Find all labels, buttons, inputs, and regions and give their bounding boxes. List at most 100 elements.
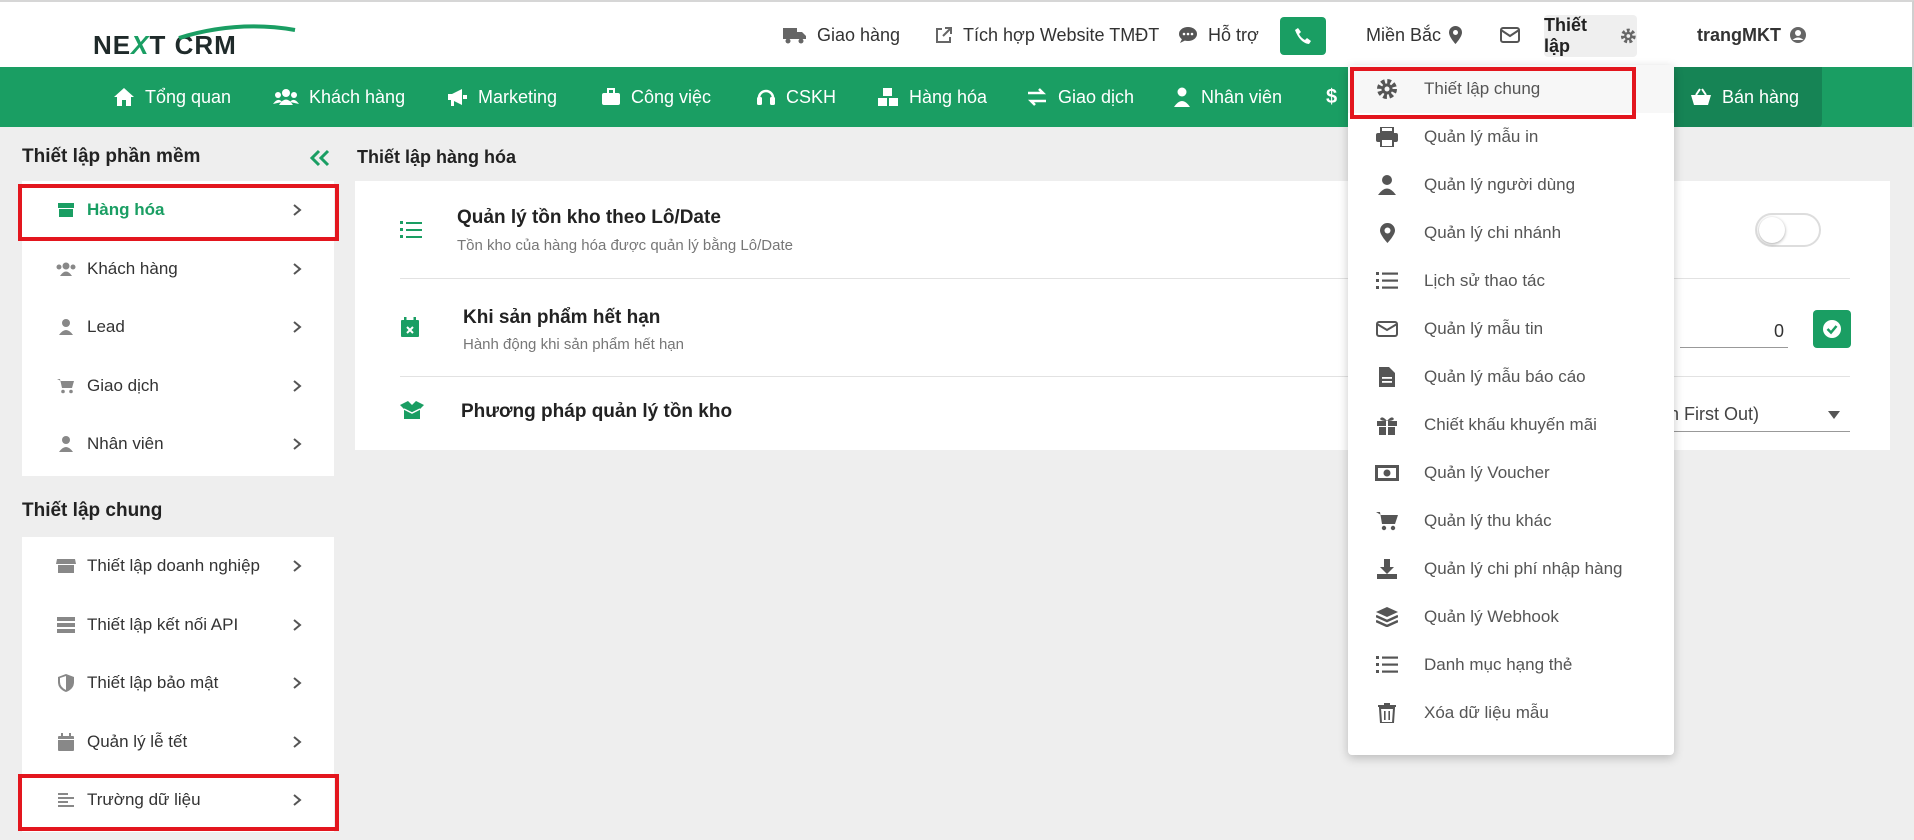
confirm-button[interactable] <box>1813 310 1851 348</box>
logo[interactable]: NEXT CRM <box>93 24 296 61</box>
menu-item-other-income[interactable]: Quản lý thu khác <box>1348 497 1674 545</box>
menu-item-vouchers[interactable]: Quản lý Voucher <box>1348 449 1674 497</box>
nav-customer-care-label: CSKH <box>786 86 837 107</box>
cart-icon <box>1374 511 1400 531</box>
menu-item-label: Thiết lập chung <box>1424 79 1541 98</box>
menu-item-users[interactable]: Quản lý người dùng <box>1348 161 1674 209</box>
chevron-right-icon <box>293 677 302 690</box>
delivery-link[interactable]: Giao hàng <box>783 17 900 53</box>
menu-item-label: Quản lý Webhook <box>1424 607 1559 626</box>
menu-item-message-templates[interactable]: Quản lý mẫu tin <box>1348 305 1674 353</box>
gift-icon <box>1374 415 1400 435</box>
mail-button[interactable] <box>1500 17 1530 53</box>
collapse-sidebar-icon[interactable] <box>308 148 332 168</box>
nav-customers-label: Khách hàng <box>309 86 406 107</box>
menu-item-import-costs[interactable]: Quản lý chi phí nhập hàng <box>1348 545 1674 593</box>
setting-description: Tồn kho của hàng hóa được quản lý bằng L… <box>457 237 793 254</box>
envelope-icon <box>1374 321 1400 337</box>
sidebar-item-transactions[interactable]: Giao dịch <box>22 357 334 416</box>
sidebar-item-label: Thiết lập doanh nghiệp <box>87 556 260 576</box>
support-link[interactable]: Hỗ trợ <box>1178 17 1259 53</box>
nav-employees-label: Nhân viên <box>1201 86 1283 107</box>
gear-icon <box>1374 78 1400 100</box>
menu-item-card-tiers[interactable]: Danh mục hạng thẻ <box>1348 641 1674 689</box>
menu-item-branches[interactable]: Quản lý chi nhánh <box>1348 209 1674 257</box>
menu-item-label: Quản lý Voucher <box>1424 463 1550 482</box>
user-circle-icon <box>1790 27 1806 43</box>
nav-finance[interactable]: $ <box>1326 67 1337 127</box>
chevron-right-icon <box>293 438 302 451</box>
setting-title: Phương pháp quản lý tồn kho <box>461 401 733 422</box>
nav-overview-label: Tổng quan <box>145 86 232 107</box>
nav-employees[interactable]: Nhân viên <box>1173 67 1282 127</box>
menu-item-label: Quản lý mẫu báo cáo <box>1424 367 1586 386</box>
user-tie-icon <box>1174 87 1190 107</box>
nav-transactions[interactable]: Giao dịch <box>1026 67 1134 127</box>
nav-products[interactable]: Hàng hóa <box>877 67 987 127</box>
sidebar-item-api[interactable]: Thiết lập kết nối API <box>22 596 334 655</box>
calendar-icon <box>55 732 77 751</box>
delivery-label: Giao hàng <box>817 24 901 45</box>
software-settings-list: Hàng hóa Khách hàng Lead Giao dịch Nhân … <box>22 181 334 476</box>
nav-transactions-label: Giao dịch <box>1058 86 1135 107</box>
store-icon <box>55 558 77 574</box>
sidebar-item-label: Hàng hóa <box>87 200 165 220</box>
menu-item-report-templates[interactable]: Quản lý mẫu báo cáo <box>1348 353 1674 401</box>
map-pin-icon <box>1374 223 1400 243</box>
nav-overview[interactable]: Tổng quan <box>113 67 231 127</box>
chevron-right-icon <box>293 735 302 748</box>
nav-customers[interactable]: Khách hàng <box>273 67 405 127</box>
setting-title: Quản lý tồn kho theo Lô/Date <box>457 207 721 228</box>
setup-menu-button[interactable]: Thiết lập <box>1544 15 1637 57</box>
sidebar-item-products[interactable]: Hàng hóa <box>22 181 334 240</box>
user-menu[interactable]: trangMKT <box>1697 17 1817 53</box>
sidebar-item-data-fields[interactable]: Trường dữ liệu <box>22 771 334 830</box>
server-icon <box>55 616 77 633</box>
sidebar-item-label: Trường dữ liệu <box>87 790 201 810</box>
sidebar-item-security[interactable]: Thiết lập bảo mật <box>22 654 334 713</box>
software-settings-title: Thiết lập phần mềm <box>22 146 201 167</box>
chevron-right-icon <box>293 618 302 631</box>
chat-icon <box>1179 27 1197 43</box>
dollar-icon: $ <box>1326 85 1338 108</box>
menu-item-label: Danh mục hạng thẻ <box>1424 655 1573 674</box>
phone-icon <box>1295 28 1311 44</box>
expiry-days-input[interactable]: 0 <box>1680 314 1788 348</box>
sidebar-item-lead[interactable]: Lead <box>22 298 334 357</box>
inventory-method-select[interactable]: t In First Out) <box>1650 396 1850 432</box>
truck-icon <box>783 28 806 44</box>
calendar-times-icon <box>401 317 419 337</box>
list-icon <box>1374 272 1400 290</box>
menu-item-general-settings[interactable]: Thiết lập chung <box>1348 65 1674 113</box>
home-icon <box>114 88 134 106</box>
sidebar-item-customers[interactable]: Khách hàng <box>22 240 334 299</box>
sidebar-item-label: Giao dịch <box>87 375 159 395</box>
region-selector[interactable]: Miền Bắc <box>1366 17 1472 53</box>
sidebar-item-business[interactable]: Thiết lập doanh nghiệp <box>22 537 334 596</box>
menu-item-delete-sample-data[interactable]: Xóa dữ liệu mẫu <box>1348 689 1674 737</box>
nav-marketing[interactable]: Marketing <box>446 67 557 127</box>
nav-tasks[interactable]: Công việc <box>601 67 711 127</box>
menu-item-label: Quản lý thu khác <box>1424 511 1552 530</box>
box-open-icon <box>400 401 424 419</box>
menu-item-webhook[interactable]: Quản lý Webhook <box>1348 593 1674 641</box>
sidebar-item-label: Thiết lập bảo mật <box>87 673 219 693</box>
username-label: trangMKT <box>1697 24 1781 45</box>
menu-item-discounts[interactable]: Chiết khấu khuyến mãi <box>1348 401 1674 449</box>
menu-item-print-templates[interactable]: Quản lý mẫu in <box>1348 113 1674 161</box>
menu-item-label: Lịch sử thao tác <box>1424 271 1546 290</box>
sidebar-item-holidays[interactable]: Quản lý lễ tết <box>22 713 334 772</box>
menu-item-label: Quản lý chi nhánh <box>1424 223 1562 242</box>
website-integration-link[interactable]: Tích hợp Website TMĐT <box>935 17 1159 53</box>
phone-button[interactable] <box>1280 17 1326 55</box>
menu-item-activity-log[interactable]: Lịch sử thao tác <box>1348 257 1674 305</box>
nav-customer-care[interactable]: CSKH <box>756 67 836 127</box>
sell-button[interactable]: Bán hàng <box>1667 67 1822 127</box>
user-icon <box>55 319 77 336</box>
general-settings-title: Thiết lập chung <box>22 500 163 521</box>
chevron-right-icon <box>293 560 302 573</box>
sidebar-item-employees[interactable]: Nhân viên <box>22 415 334 474</box>
setting-title: Khi sản phẩm hết hạn <box>463 307 661 328</box>
region-label: Miền Bắc <box>1366 24 1442 45</box>
lot-date-toggle[interactable] <box>1755 213 1821 247</box>
